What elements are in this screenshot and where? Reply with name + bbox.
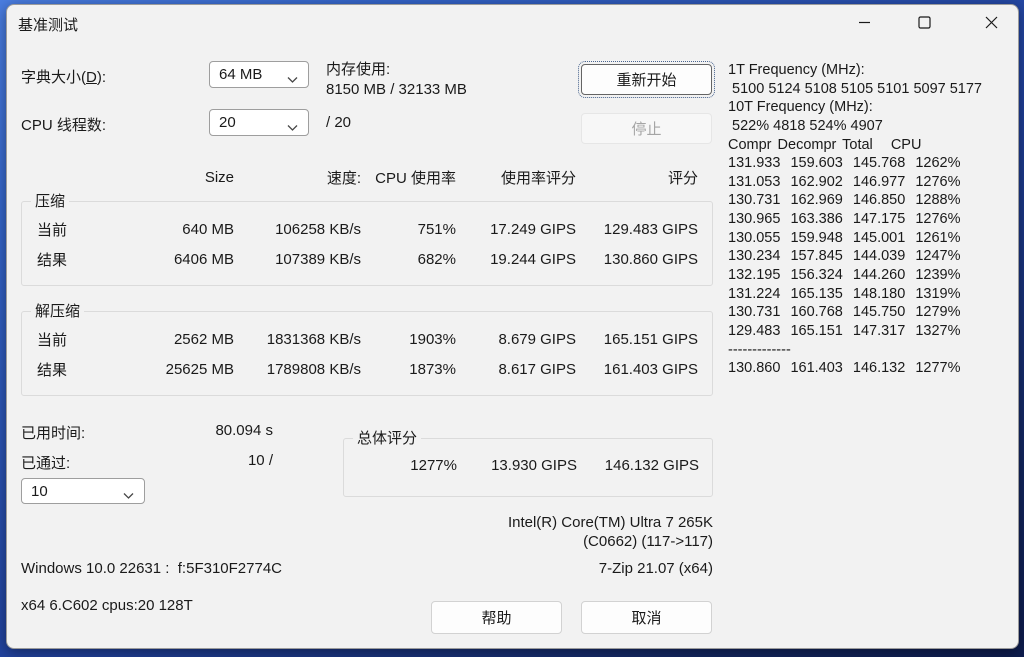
help-button[interactable]: 帮助 xyxy=(431,601,562,634)
dictionary-size-value: 64 MB xyxy=(219,66,263,83)
memory-usage-value: 8150 MB / 32133 MB xyxy=(326,81,467,98)
total-rating-row: 1277% 13.930 GIPS 146.132 GIPS xyxy=(343,450,712,480)
log-result-row: 130.055 159.948 145.001 1261% xyxy=(728,229,961,246)
minimize-icon xyxy=(858,16,871,29)
cell-rating: 129.483 GIPS xyxy=(603,220,698,238)
window-title: 基准测试 xyxy=(18,17,79,34)
total-rating: 146.132 GIPS xyxy=(604,456,699,474)
cell-cpu-usage: 751% xyxy=(417,220,456,238)
cell-size: 640 MB xyxy=(182,220,234,238)
cell-rating: 130.860 GIPS xyxy=(603,250,698,268)
total-rating-group: 总体评分 1277% 13.930 GIPS 146.132 GIPS xyxy=(343,430,713,497)
col-header-usage-rating: 使用率评分 xyxy=(500,169,576,187)
compression-result-row: 结果 6406 MB 107389 KB/s 682% 19.244 GIPS … xyxy=(21,244,712,274)
log-result-row: 130.731 160.768 145.750 1279% xyxy=(728,304,961,321)
passes-value: 10 / xyxy=(247,452,273,469)
benchmark-log-panel: 1T Frequency (MHz): 5100 5124 5108 5105 … xyxy=(728,61,1018,378)
close-button[interactable] xyxy=(970,7,1012,38)
row-label: 当前 xyxy=(37,331,68,349)
arch-info: x64 6.C602 cpus:20 128T xyxy=(21,597,193,614)
row-label: 结果 xyxy=(37,251,68,269)
total-usage-rating: 13.930 GIPS xyxy=(491,456,577,474)
elapsed-time-value: 80.094 s xyxy=(215,422,273,439)
compression-group-label: 压缩 xyxy=(31,193,70,210)
decompression-result-row: 结果 25625 MB 1789808 KB/s 1873% 8.617 GIP… xyxy=(21,354,712,384)
cell-rating: 165.151 GIPS xyxy=(603,330,698,348)
maximize-icon xyxy=(917,16,931,29)
dictionary-label-pre: 字典大小( xyxy=(21,69,86,86)
log-result-row: 130.234 157.845 144.039 1247% xyxy=(728,248,961,265)
log-total-row: 130.860 161.403 146.132 1277% xyxy=(728,360,961,377)
cell-speed: 107389 KB/s xyxy=(275,250,361,268)
col-header-speed: 速度: xyxy=(326,169,361,187)
cell-speed: 1789808 KB/s xyxy=(266,360,361,378)
compression-current-row: 当前 640 MB 106258 KB/s 751% 17.249 GIPS 1… xyxy=(21,214,712,244)
threads-max-label: / 20 xyxy=(326,114,352,131)
total-rating-group-label: 总体评分 xyxy=(353,430,422,447)
dictionary-size-label: 字典大小(D): xyxy=(21,66,106,87)
log-result-row: 131.933 159.603 145.768 1262% xyxy=(728,155,961,172)
chevron-down-icon xyxy=(287,71,298,88)
decompression-group-label: 解压缩 xyxy=(31,303,85,320)
stop-button: 停止 xyxy=(581,113,712,144)
cell-usage-rating: 8.617 GIPS xyxy=(498,360,576,378)
cell-usage-rating: 19.244 GIPS xyxy=(490,250,576,268)
col-header-size: Size xyxy=(204,168,234,186)
cell-speed: 1831368 KB/s xyxy=(266,330,361,348)
log-line: 5100 5124 5108 5105 5101 5097 5177 xyxy=(728,80,982,97)
dictionary-label-accesskey: D xyxy=(86,69,97,86)
compression-group: 压缩 当前 640 MB 106258 KB/s 751% 17.249 GIP… xyxy=(21,193,713,286)
memory-usage-label: 内存使用: xyxy=(326,61,391,78)
cell-rating: 161.403 GIPS xyxy=(603,360,698,378)
chevron-down-icon xyxy=(287,119,298,136)
cell-cpu-usage: 682% xyxy=(417,250,456,268)
cell-size: 2562 MB xyxy=(173,330,234,348)
cell-cpu-usage: 1873% xyxy=(409,360,456,378)
col-header-rating: 评分 xyxy=(667,169,698,187)
log-result-row: 131.053 162.902 146.977 1276% xyxy=(728,173,961,190)
cpu-detail: (C0662) (117->117) xyxy=(583,533,713,550)
log-column-header: Compr Decompr Total CPU xyxy=(728,136,922,153)
cpu-threads-label: CPU 线程数: xyxy=(21,117,107,134)
close-icon xyxy=(985,16,998,29)
cell-cpu-usage: 1903% xyxy=(409,330,456,348)
cancel-button[interactable]: 取消 xyxy=(581,601,712,634)
maximize-button[interactable] xyxy=(903,7,945,38)
app-version: 7-Zip 21.07 (x64) xyxy=(598,560,713,577)
total-cpu-usage: 1277% xyxy=(410,456,457,474)
benchmark-dialog: 基准测试 字典大小(D): 64 MB 内存使用: 8150 MB / 3213… xyxy=(6,4,1019,649)
dictionary-size-select[interactable]: 64 MB xyxy=(209,61,309,88)
titlebar: 基准测试 xyxy=(7,5,1018,43)
row-label: 当前 xyxy=(37,221,68,239)
cell-speed: 106258 KB/s xyxy=(275,220,361,238)
minimize-button[interactable] xyxy=(843,7,885,38)
bench-table-header: Size 速度: CPU 使用率 使用率评分 评分 xyxy=(21,162,713,192)
dictionary-label-post: ): xyxy=(96,69,107,86)
row-label: 结果 xyxy=(37,361,68,379)
log-result-row: 129.483 165.151 147.317 1327% xyxy=(728,322,961,339)
cell-usage-rating: 8.679 GIPS xyxy=(498,330,576,348)
restart-button[interactable]: 重新开始 xyxy=(578,61,715,98)
log-result-row: 132.195 156.324 144.260 1239% xyxy=(728,267,961,284)
passes-select-value: 10 xyxy=(31,482,48,500)
log-line: 522% 4818 524% 4907 xyxy=(728,117,883,134)
log-result-row: 130.731 162.969 146.850 1288% xyxy=(728,192,961,209)
chevron-down-icon xyxy=(123,487,134,504)
log-separator: ------------- xyxy=(728,341,791,358)
passes-select[interactable]: 10 xyxy=(21,478,145,504)
cell-usage-rating: 17.249 GIPS xyxy=(490,220,576,238)
decompression-group: 解压缩 当前 2562 MB 1831368 KB/s 1903% 8.679 … xyxy=(21,303,713,396)
cell-size: 6406 MB xyxy=(173,250,234,268)
cpu-threads-value: 20 xyxy=(219,114,236,131)
log-line: 10T Frequency (MHz): xyxy=(728,99,873,116)
col-header-cpu-usage: CPU 使用率 xyxy=(375,169,456,187)
log-result-row: 131.224 165.135 148.180 1319% xyxy=(728,285,961,302)
log-result-row: 130.965 163.386 147.175 1276% xyxy=(728,211,961,228)
cpu-threads-select[interactable]: 20 xyxy=(209,109,309,136)
log-line: 1T Frequency (MHz): xyxy=(728,62,865,78)
cpu-name: Intel(R) Core(TM) Ultra 7 265K xyxy=(507,514,713,531)
os-info: Windows 10.0 22631 : f:5F310F2774C xyxy=(21,560,282,577)
cell-size: 25625 MB xyxy=(165,360,234,378)
decompression-current-row: 当前 2562 MB 1831368 KB/s 1903% 8.679 GIPS… xyxy=(21,324,712,354)
